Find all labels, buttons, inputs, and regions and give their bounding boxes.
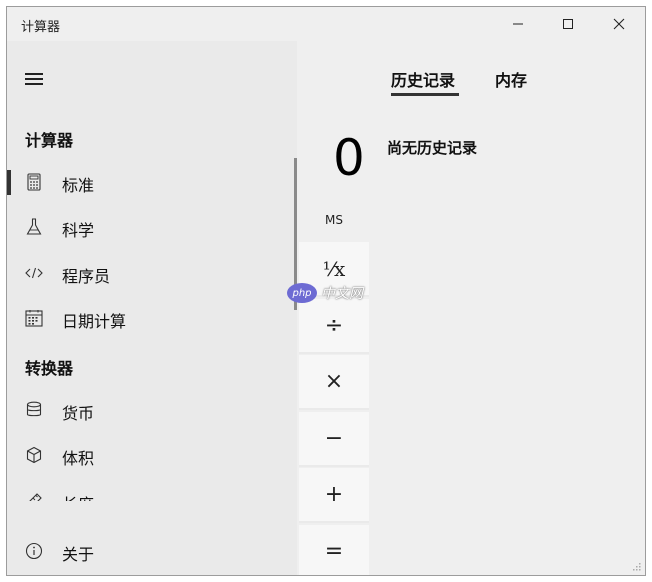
ruler-icon xyxy=(25,492,43,501)
calculator-window: 计算器 0 MS ⅟x ÷ × − + = 历史记录 内存 尚无历史记录 计算器 xyxy=(6,6,646,576)
currency-icon xyxy=(25,401,43,419)
watermark-logo: php xyxy=(287,283,317,303)
main-area: 0 MS ⅟x ÷ × − + = 历史记录 内存 尚无历史记录 xyxy=(297,41,645,575)
selection-indicator xyxy=(7,170,11,195)
resize-grip-icon[interactable] xyxy=(630,560,642,572)
nav-item-length[interactable]: 长度 xyxy=(7,481,297,501)
close-icon xyxy=(613,18,625,30)
maximize-button[interactable] xyxy=(542,7,594,41)
subtract-key[interactable]: − xyxy=(299,412,369,467)
watermark-text: 中文网 xyxy=(321,286,363,302)
nav-item-date-calculation[interactable]: 日期计算 xyxy=(7,298,297,338)
memory-store-button[interactable]: MS xyxy=(325,213,343,227)
nav-item-label: 关于 xyxy=(62,545,95,564)
nav-item-about[interactable]: 关于 xyxy=(7,531,297,571)
nav-item-label: 长度 xyxy=(62,491,94,501)
nav-item-volume[interactable]: 体积 xyxy=(7,435,297,475)
nav-item-label: 标准 xyxy=(62,176,95,195)
equals-key[interactable]: = xyxy=(299,525,369,575)
nav-item-programmer[interactable]: 程序员 xyxy=(7,253,297,293)
divide-key[interactable]: ÷ xyxy=(299,299,369,354)
hamburger-icon[interactable] xyxy=(25,73,43,85)
calculator-section-header: 计算器 xyxy=(25,131,74,150)
tab-history[interactable]: 历史记录 xyxy=(391,67,455,91)
multiply-key[interactable]: × xyxy=(299,355,369,410)
flask-icon xyxy=(25,218,43,236)
close-button[interactable] xyxy=(593,7,645,41)
calendar-icon xyxy=(25,309,43,327)
converter-section-header: 转换器 xyxy=(25,359,74,378)
code-icon xyxy=(25,264,43,282)
calculator-icon xyxy=(25,173,43,191)
nav-item-label: 体积 xyxy=(62,449,95,468)
nav-item-label: 日期计算 xyxy=(62,312,127,331)
navigation-pane: 计算器 标准 科学 程序员 日期计算 转换器 货币 体积 关于 xyxy=(7,41,297,575)
maximize-icon xyxy=(563,19,573,29)
tab-memory[interactable]: 内存 xyxy=(495,67,527,91)
nav-item-label: 科学 xyxy=(62,221,95,240)
nav-item-label: 程序员 xyxy=(62,267,111,286)
title-bar[interactable]: 计算器 xyxy=(7,7,645,41)
nav-item-label: 货币 xyxy=(62,404,95,423)
minimize-button[interactable] xyxy=(492,7,544,41)
calculator-display: 0 xyxy=(333,129,365,187)
add-key[interactable]: + xyxy=(299,468,369,523)
nav-item-scientific[interactable]: 科学 xyxy=(7,207,297,247)
active-tab-indicator xyxy=(391,93,459,96)
app-title: 计算器 xyxy=(21,20,61,35)
empty-history-message: 尚无历史记录 xyxy=(387,139,478,157)
info-icon xyxy=(25,542,43,560)
nav-item-standard[interactable]: 标准 xyxy=(7,162,297,202)
minimize-icon xyxy=(513,23,523,25)
cube-icon xyxy=(25,446,43,464)
nav-item-currency[interactable]: 货币 xyxy=(7,390,297,430)
watermark: php 中文网 xyxy=(287,283,363,303)
